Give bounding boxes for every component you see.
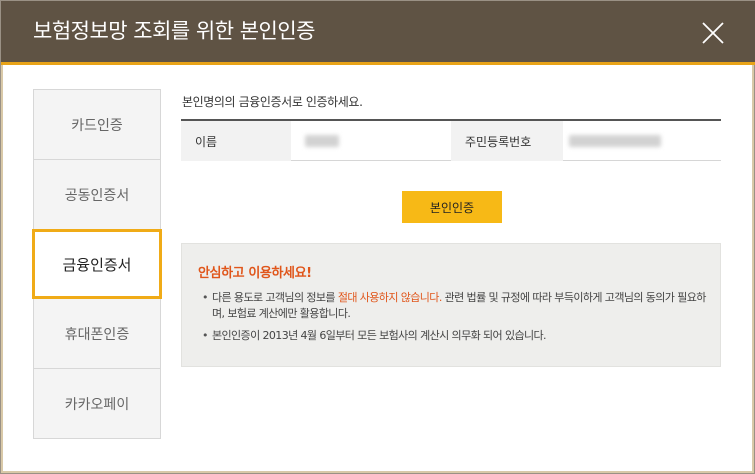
modal-header: 보험정보망 조회를 위한 본인인증: [1, 1, 755, 65]
tab-kakaopay[interactable]: 카카오페이: [34, 369, 160, 438]
tab-joint-certificate[interactable]: 공동인증서: [34, 160, 160, 230]
masked-name: [305, 135, 339, 147]
auth-method-sidebar: 카드인증 공동인증서 금융인증서 휴대폰인증 카카오페이: [32, 89, 162, 439]
close-button[interactable]: [695, 15, 731, 51]
instruction-text: 본인명의의 금융인증서로 인증하세요.: [182, 95, 363, 109]
close-x-icon: [702, 22, 724, 44]
tab-financial-certificate[interactable]: 금융인증서: [32, 229, 162, 299]
masked-rrn: [569, 135, 661, 147]
auth-modal: 보험정보망 조회를 위한 본인인증 카드인증 공동인증서 금융인증서 휴대폰인증…: [0, 0, 755, 474]
notice-item-privacy-highlight: 절대 사용하지 않습니다.: [337, 291, 442, 304]
notice-item-privacy: 다른 용도로 고객님의 정보를 절대 사용하지 않습니다. 관련 법률 및 규정…: [202, 290, 708, 322]
name-label: 이름: [181, 121, 291, 161]
notice-list: 다른 용도로 고객님의 정보를 절대 사용하지 않습니다. 관련 법률 및 규정…: [202, 290, 708, 350]
name-value: [291, 121, 451, 161]
notice-item-mandatory: 본인인증이 2013년 4월 6일부터 모든 보험사의 계산시 의무화 되어 있…: [202, 328, 708, 344]
notice-box: 안심하고 이용하세요! 다른 용도로 고객님의 정보를 절대 사용하지 않습니다…: [181, 243, 721, 367]
notice-title: 안심하고 이용하세요!: [198, 266, 312, 281]
identity-auth-button[interactable]: 본인인증: [402, 191, 502, 223]
user-info-table: 이름 주민등록번호: [181, 119, 721, 161]
tab-card-auth[interactable]: 카드인증: [34, 90, 160, 160]
rrn-label: 주민등록번호: [451, 121, 563, 161]
rrn-value: [563, 121, 721, 161]
notice-item-privacy-text-1: 다른 용도로 고객님의 정보를: [212, 291, 338, 304]
tab-mobile-auth[interactable]: 휴대폰인증: [34, 299, 160, 369]
modal-title: 보험정보망 조회를 위한 본인인증: [33, 19, 316, 43]
